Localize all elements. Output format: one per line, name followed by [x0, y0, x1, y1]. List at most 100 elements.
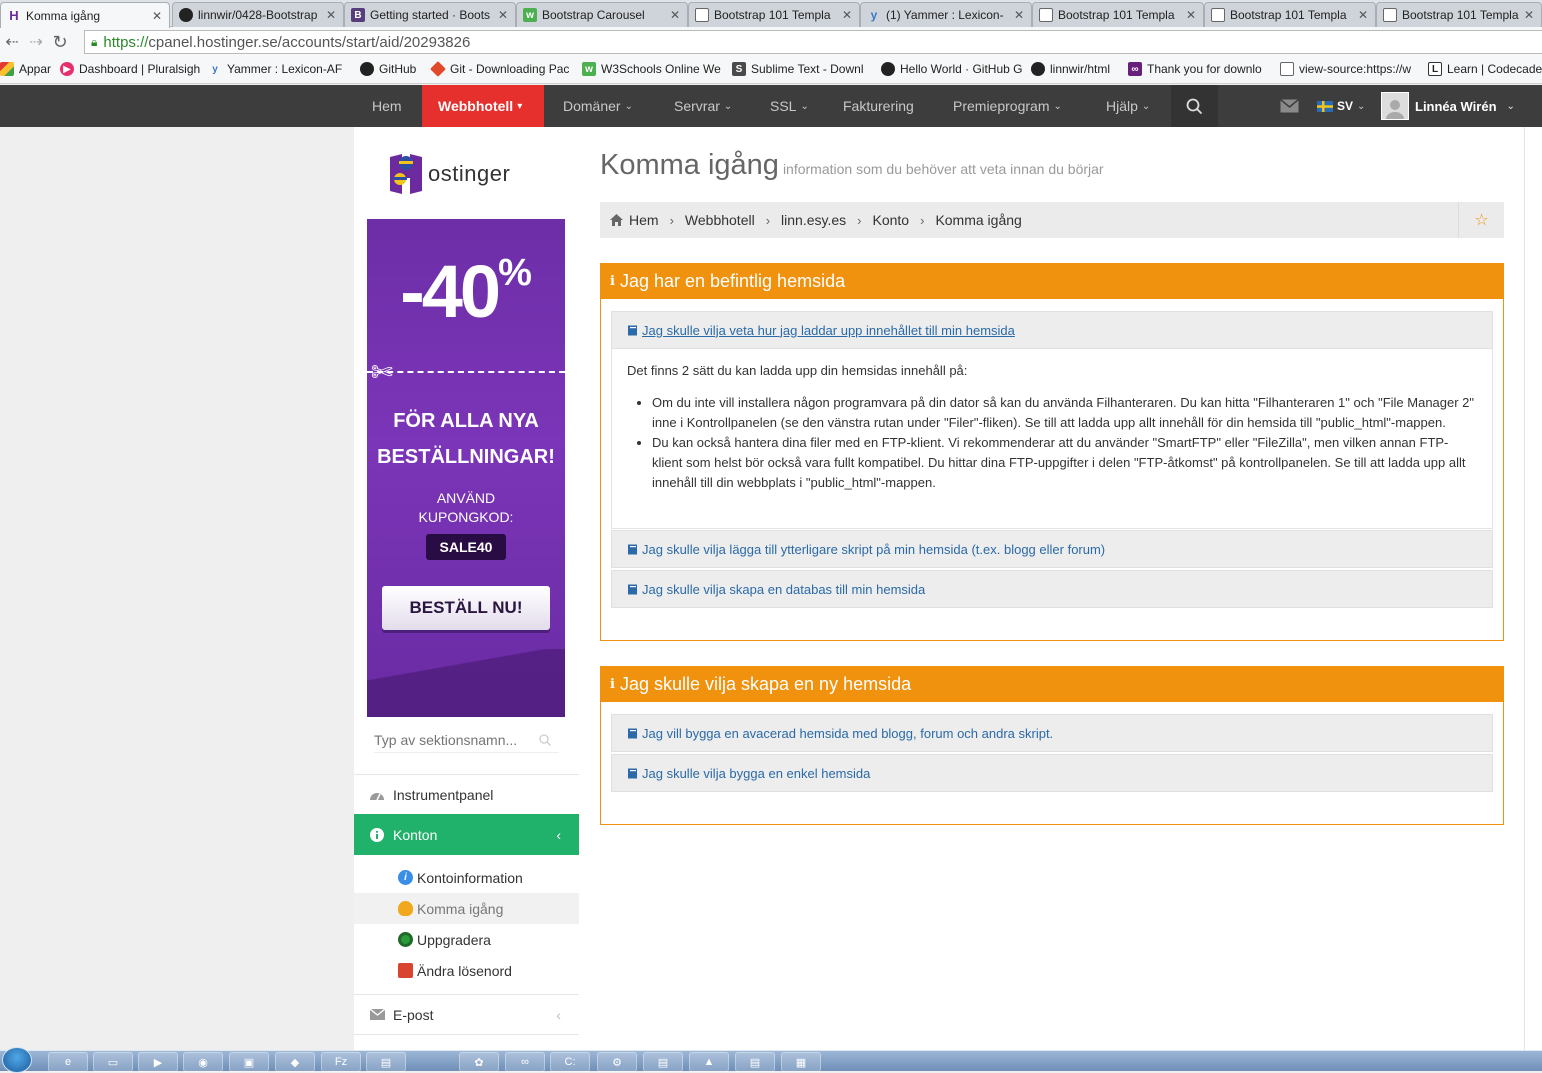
taskbar-app-icon[interactable]: ▦: [781, 1052, 821, 1072]
close-icon[interactable]: ✕: [669, 8, 681, 22]
codecademy-icon: L: [1428, 62, 1442, 76]
browser-tab-komma-igang[interactable]: H Komma igång ✕: [0, 2, 170, 28]
subitem-kontoinformation[interactable]: i Kontoinformation: [354, 862, 579, 893]
bookmark[interactable]: linnwir/html: [1031, 62, 1110, 76]
nav-domaner[interactable]: Domäner ⌄: [563, 85, 633, 127]
accordion-title[interactable]: Jag skulle vilja veta hur jag laddar upp…: [642, 323, 1015, 338]
accordion-title[interactable]: Jag skulle vilja skapa en databas till m…: [642, 582, 925, 597]
reload-icon[interactable]: ↻: [48, 30, 72, 54]
nav-servrar[interactable]: Servrar ⌄: [674, 85, 732, 127]
search-icon[interactable]: [539, 733, 551, 746]
browser-tab[interactable]: Bootstrap 101 Templa ✕: [1032, 2, 1204, 27]
panel-heading-text: Jag skulle vilja skapa en ny hemsida: [619, 674, 912, 694]
subitem-komma-igang[interactable]: Komma igång: [354, 893, 579, 924]
accordion-create-database[interactable]: Jag skulle vilja skapa en databas till m…: [611, 570, 1493, 608]
lock-icon: 🔒︎: [91, 34, 98, 49]
bookmark[interactable]: GitHub: [360, 62, 416, 76]
start-button[interactable]: [2, 1047, 32, 1073]
back-arrow-icon[interactable]: ⇠: [0, 30, 24, 54]
close-icon[interactable]: ✕: [1523, 8, 1535, 22]
taskbar-app-icon[interactable]: ⚙: [597, 1052, 637, 1072]
nav-hem[interactable]: Hem: [372, 85, 402, 127]
lightbulb-icon: [398, 901, 413, 916]
bookmark[interactable]: view-source:https://w: [1280, 62, 1411, 76]
close-icon[interactable]: ✕: [841, 8, 853, 22]
browser-tab[interactable]: w Bootstrap Carousel ✕: [516, 2, 688, 27]
browser-tab[interactable]: linnwir/0428-Bootstrap ✕: [172, 2, 344, 27]
nav-webbhotell[interactable]: Webbhotell ▾: [422, 85, 544, 133]
accordion-advanced-site[interactable]: Jag vill bygga en avacerad hemsida med b…: [611, 714, 1493, 752]
forward-arrow-icon[interactable]: ⇢: [24, 30, 48, 54]
cmd-icon[interactable]: C:: [550, 1052, 590, 1072]
breadcrumb-konto[interactable]: Konto: [873, 212, 910, 228]
sidebar-item-label: E-post: [393, 1006, 434, 1023]
breadcrumb-hem[interactable]: Hem: [629, 212, 659, 228]
taskbar-app-icon[interactable]: ▣: [229, 1052, 269, 1072]
page-favicon-icon: [695, 8, 709, 22]
bookmark[interactable]: Hello World · GitHub G: [881, 62, 1022, 76]
sidebar-item-epost[interactable]: E-post ‹: [354, 994, 579, 1034]
browser-tab[interactable]: Bootstrap 101 Templa ✕: [1204, 2, 1376, 27]
promo-banner[interactable]: -40% ✄ FÖR ALLA NYA BESTÄLLNINGAR! ANVÄN…: [367, 219, 565, 717]
hostinger-logo[interactable]: ostinger: [386, 149, 556, 199]
bookmark[interactable]: S Sublime Text - Downl: [732, 62, 864, 76]
document-icon[interactable]: ▤: [643, 1052, 683, 1072]
close-icon[interactable]: ✕: [1013, 8, 1025, 22]
visual-studio-icon[interactable]: ∞: [505, 1052, 545, 1072]
accordion-add-scripts[interactable]: Jag skulle vilja lägga till ytterligare …: [611, 530, 1493, 568]
section-search-input[interactable]: [374, 731, 539, 748]
browser-tab[interactable]: B Getting started · Boots ✕: [344, 2, 516, 27]
explorer-icon[interactable]: ▭: [93, 1052, 133, 1072]
url-field[interactable]: 🔒︎ https://cpanel.hostinger.se/accounts/…: [84, 30, 1542, 54]
sidebar-item-konton[interactable]: Konton ‹: [354, 814, 579, 855]
accordion-title[interactable]: Jag skulle vilja bygga en enkel hemsida: [642, 766, 870, 781]
favorite-button[interactable]: ☆: [1458, 202, 1504, 238]
accordion-upload-content[interactable]: Jag skulle vilja veta hur jag laddar upp…: [611, 311, 1493, 349]
bookmark[interactable]: ∞ Thank you for downlo: [1128, 62, 1262, 76]
accordion-title[interactable]: Jag vill bygga en avacerad hemsida med b…: [642, 726, 1053, 741]
nav-premieprogram[interactable]: Premieprogram ⌄: [953, 85, 1062, 127]
nav-fakturering[interactable]: Fakturering: [843, 85, 914, 127]
close-icon[interactable]: ✕: [151, 9, 163, 23]
filezilla-icon[interactable]: Fz: [321, 1052, 361, 1072]
browser-tab[interactable]: Bootstrap 101 Templa ✕: [1376, 2, 1542, 27]
bookmark-appar[interactable]: Appar: [0, 62, 51, 76]
breadcrumb-webbhotell[interactable]: Webbhotell: [685, 212, 755, 228]
accordion-simple-site[interactable]: Jag skulle vilja bygga en enkel hemsida: [611, 754, 1493, 792]
scrollbar[interactable]: [1524, 127, 1542, 1052]
notepad-icon[interactable]: ▤: [366, 1052, 406, 1072]
chrome-icon[interactable]: ◉: [183, 1052, 223, 1072]
subitem-uppgradera[interactable]: Uppgradera: [354, 924, 579, 955]
ie-icon[interactable]: e: [48, 1052, 88, 1072]
bookmark[interactable]: y Yammer : Lexicon-AF: [208, 62, 342, 76]
bookmark[interactable]: L Learn | Codecader: [1428, 62, 1542, 76]
messages-button[interactable]: [1280, 85, 1299, 127]
close-icon[interactable]: ✕: [497, 8, 509, 22]
browser-tab[interactable]: y (1) Yammer : Lexicon- ✕: [860, 2, 1032, 27]
sourcetree-icon[interactable]: ◆: [275, 1052, 315, 1072]
sidebar-item-instrumentpanel[interactable]: Instrumentpanel: [354, 774, 579, 814]
language-selector[interactable]: SV ⌄: [1317, 85, 1365, 127]
close-icon[interactable]: ✕: [1185, 8, 1197, 22]
search-button[interactable]: [1171, 85, 1218, 127]
close-icon[interactable]: ✕: [1357, 8, 1369, 22]
promo-percent: %: [498, 252, 532, 294]
browser-tab[interactable]: Bootstrap 101 Templa ✕: [688, 2, 860, 27]
breadcrumb-domain[interactable]: linn.esy.es: [781, 212, 846, 228]
nav-hjalp[interactable]: Hjälp ⌄: [1106, 85, 1150, 127]
media-player-icon[interactable]: ▶: [138, 1052, 178, 1072]
paint-icon[interactable]: ✿: [459, 1052, 499, 1072]
bookmark[interactable]: ▶ Dashboard | Pluralsigh: [60, 62, 200, 76]
info-icon: i: [398, 870, 413, 885]
order-now-button[interactable]: BESTÄLL NU!: [382, 586, 550, 630]
document-icon[interactable]: ▤: [735, 1052, 775, 1072]
pdf-icon[interactable]: ▲: [689, 1052, 729, 1072]
user-menu[interactable]: Linnéa Wirén ⌄: [1381, 85, 1515, 127]
close-icon[interactable]: ✕: [325, 8, 337, 22]
subitem-andra-losenord[interactable]: Ändra lösenord: [354, 955, 579, 986]
bookmark[interactable]: Git - Downloading Pac: [430, 61, 569, 77]
nav-ssl[interactable]: SSL ⌄: [770, 85, 809, 127]
bookmark[interactable]: w W3Schools Online We: [582, 62, 721, 76]
subitem-label: Ändra lösenord: [417, 962, 512, 979]
accordion-title[interactable]: Jag skulle vilja lägga till ytterligare …: [642, 542, 1105, 557]
